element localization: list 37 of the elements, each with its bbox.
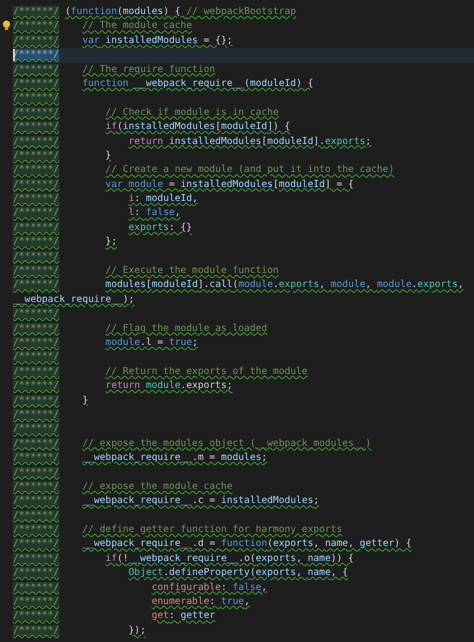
code-line: Object.defineProperty(exports, name, { <box>128 567 348 578</box>
code-line: module.l = true; <box>104 336 198 348</box>
code-line: if(installedModules[moduleId]) { <box>104 121 290 132</box>
code-line: // Check if module is in cache <box>104 106 279 118</box>
code-line: modules[moduleId].call(module.exports, module, module.exports, <box>104 279 464 290</box>
code-line: // The module cache <box>81 20 192 32</box>
code-line: i: moduleId, <box>128 193 198 204</box>
code-line: enumerable: true, <box>150 596 250 608</box>
code-line: // Execute the module function <box>104 265 279 276</box>
code-line: l: false, <box>128 207 181 218</box>
code-line: __webpack_require__.d = function(exports, name, getter) { <box>81 538 412 550</box>
code-line: }); <box>128 624 146 636</box>
code-line: // expose the modules object (__webpack_modules__) <box>81 438 372 449</box>
code-line: __webpack_require__.c = installedModules; <box>81 495 320 506</box>
code-line: } <box>104 150 112 161</box>
code-line: exports: {} <box>128 222 192 233</box>
code-line: // Return the exports of the module <box>104 366 308 377</box>
text-cursor <box>13 49 14 62</box>
code-line: __webpack_require__.m = modules; <box>81 452 268 464</box>
code-line: return module.exports; <box>104 380 232 392</box>
code-line: configurable: false, <box>150 582 268 593</box>
code-line: return installedModules[moduleId].exports; <box>128 136 372 147</box>
code-line: function __webpack_require__(moduleId) { <box>81 78 314 89</box>
code-line: // expose the module cache <box>81 480 232 492</box>
code-line: var module = installedModules[moduleId] = { <box>104 178 354 190</box>
code-line: (function(modules) { // webpackBootstrap <box>65 6 296 17</box>
code-line: }; <box>104 236 117 248</box>
code-line: // Flag the module as loaded <box>104 322 268 334</box>
code-line: } <box>81 394 88 406</box>
code-line: if(!__webpack_require__.o(exports, name)) { <box>104 552 354 564</box>
code-line: __webpack_require__); <box>13 294 134 305</box>
lightbulb-icon[interactable] <box>2 20 11 32</box>
code-line: get: getter <box>150 610 216 622</box>
code-line: // Create a new module (and put it into the cache) <box>104 164 394 176</box>
code-line: // define getter function for harmony exports <box>81 524 342 536</box>
code-line: // The require function <box>81 64 216 75</box>
code-line: var installedModules = {}; <box>81 34 232 46</box>
